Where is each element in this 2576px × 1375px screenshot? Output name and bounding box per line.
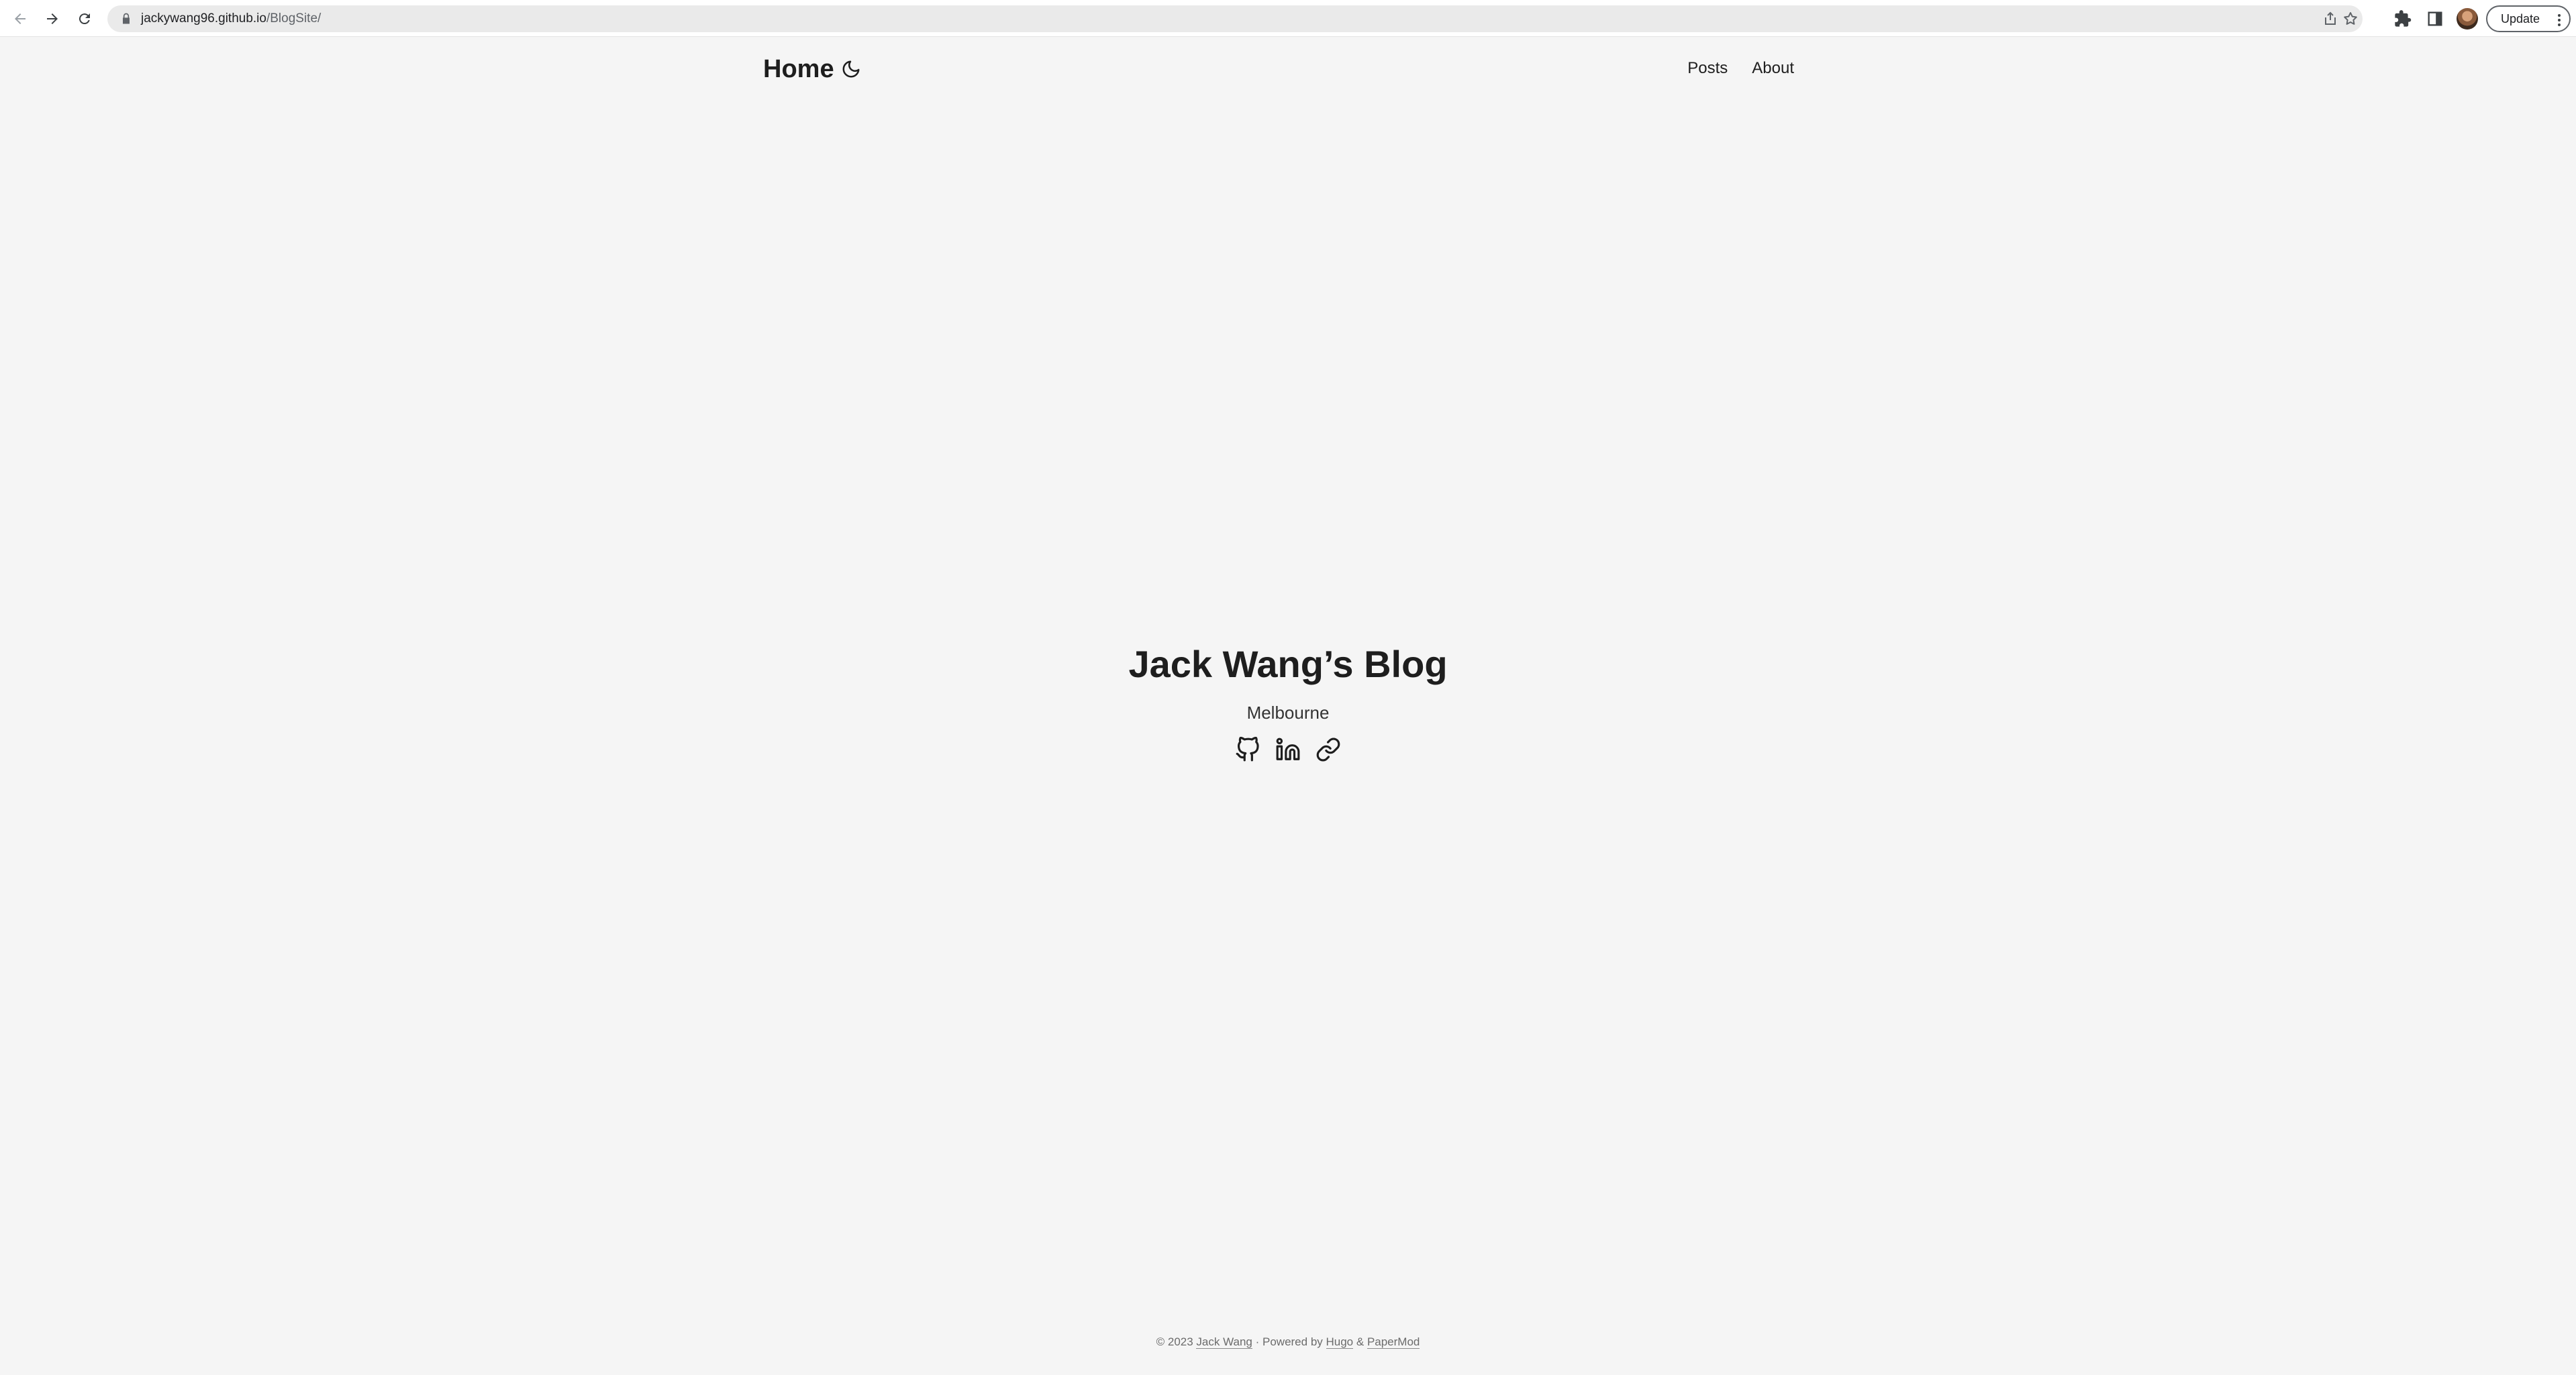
- footer-papermod-link[interactable]: PaperMod: [1367, 1335, 1420, 1349]
- page-title: Jack Wang’s Blog: [1128, 643, 1448, 685]
- update-button[interactable]: Update: [2486, 5, 2571, 32]
- footer-amp: &: [1353, 1335, 1367, 1348]
- footer-author-link[interactable]: Jack Wang: [1196, 1335, 1252, 1349]
- avatar[interactable]: [2457, 8, 2478, 30]
- side-panel-icon[interactable]: [2426, 9, 2444, 28]
- footer-powered-by: · Powered by: [1252, 1335, 1326, 1348]
- kebab-menu-icon: [2558, 14, 2561, 26]
- lock-icon[interactable]: [119, 12, 133, 26]
- site-footer: © 2023 Jack Wang · Powered by Hugo & Pap…: [0, 1335, 2576, 1349]
- browser-toolbar: jackywang96.github.io/BlogSite/ Update: [0, 0, 2576, 37]
- menu-item-posts[interactable]: Posts: [1687, 59, 1728, 78]
- home-info: Jack Wang’s Blog Melbourne: [0, 636, 2576, 762]
- back-button[interactable]: [8, 7, 32, 31]
- page-subtitle: Melbourne: [1246, 703, 1330, 723]
- github-icon: [1236, 737, 1259, 762]
- menu-item-about[interactable]: About: [1752, 59, 1794, 78]
- reload-button[interactable]: [72, 7, 97, 31]
- home-logo-link[interactable]: Home: [763, 55, 834, 84]
- social-icons: [0, 737, 2576, 762]
- url-text[interactable]: jackywang96.github.io/BlogSite/: [141, 5, 321, 32]
- main-menu: Posts About: [1687, 59, 1794, 78]
- site-header: Home Posts About: [763, 51, 1794, 89]
- linkedin-link[interactable]: [1275, 737, 1301, 762]
- moon-icon[interactable]: [841, 59, 861, 79]
- update-label: Update: [2501, 11, 2540, 26]
- footer-hugo-link[interactable]: Hugo: [1326, 1335, 1354, 1349]
- address-bar[interactable]: jackywang96.github.io/BlogSite/: [107, 5, 2363, 32]
- github-link[interactable]: [1235, 737, 1260, 762]
- back-arrow-icon: [15, 13, 26, 24]
- puzzle-icon[interactable]: [2393, 9, 2412, 28]
- forward-arrow-icon: [47, 13, 58, 24]
- url-host: jackywang96.github.io: [141, 11, 266, 26]
- footer-copyright: © 2023: [1156, 1335, 1197, 1348]
- linkedin-icon: [1276, 737, 1300, 760]
- reload-icon: [79, 13, 90, 25]
- share-icon[interactable]: [2322, 11, 2338, 27]
- star-icon[interactable]: [2342, 11, 2359, 27]
- website-link[interactable]: [1316, 737, 1341, 762]
- forward-button[interactable]: [40, 7, 64, 31]
- url-path: /BlogSite/: [266, 11, 321, 26]
- link-icon: [1316, 737, 1340, 762]
